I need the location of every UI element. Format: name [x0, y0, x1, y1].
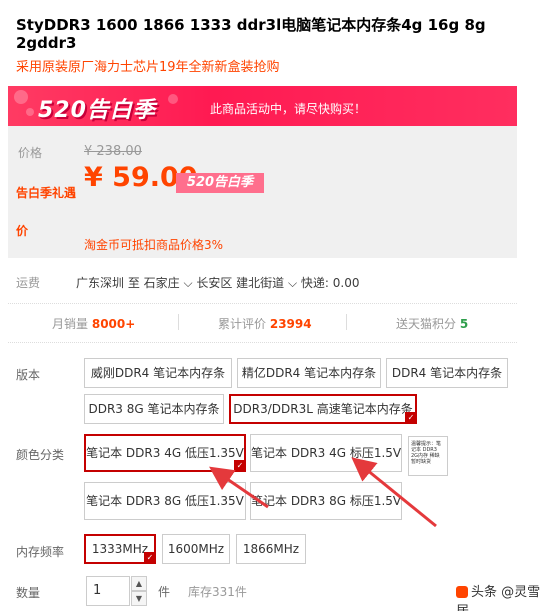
color-option-selected[interactable]: 笔记本 DDR3 4G 低压1.35V [84, 434, 246, 472]
tmall-points: 送天猫积分 5 [396, 317, 469, 331]
promo-logo: 520告白季 [38, 98, 156, 123]
version-option[interactable]: DDR3 8G 笔记本内存条 [84, 394, 224, 424]
promo-text: 此商品活动中，请尽快购买！ [210, 102, 367, 116]
quantity-decrease-button[interactable]: ▼ [131, 591, 147, 606]
monthly-sales-value: 8000+ [91, 317, 136, 331]
color-label: 颜色分类 [16, 448, 65, 462]
price-panel: 价格 ¥ 238.00 告白季礼遇价 ¥ 59.00 520告白季 淘金币可抵扣… [8, 126, 517, 258]
version-option[interactable]: 威刚DDR4 笔记本内存条 [84, 358, 232, 388]
product-subtitle: 采用原装原厂海力士芯片19年全新新盒装抢购 [16, 60, 280, 75]
frequency-option-selected[interactable]: 1333MHz [84, 534, 156, 564]
quantity-label: 数量 [16, 586, 41, 600]
review-count[interactable]: 累计评价 23994 [218, 315, 312, 332]
stats-bar: 月销量 8000+ 累计评价 23994 送天猫积分 5 [8, 303, 517, 343]
color-option[interactable]: 笔记本 DDR3 8G 标压1.5V [250, 482, 402, 520]
shipping-label: 运费 [16, 276, 41, 290]
product-title: StyDDR3 1600 1866 1333 ddr3l电脑笔记本内存条4g 1… [16, 16, 486, 52]
stock-count: 库存331件 [188, 585, 247, 599]
color-option-thumbnail[interactable]: 温馨提示：笔记本 DDR3 2G内存 稀缺 暂时缺货 [408, 436, 448, 476]
version-option[interactable]: 精亿DDR4 笔记本内存条 [237, 358, 381, 388]
original-price-label: 价格 [18, 146, 43, 160]
frequency-option[interactable]: 1866MHz [236, 534, 306, 564]
shipping-destination[interactable]: 广东深圳 至 石家庄 ⌵ 长安区 建北街道 ⌵ 快递: 0.00 [76, 274, 359, 291]
review-count-value: 23994 [269, 317, 312, 331]
decor-dot [26, 108, 34, 116]
color-option[interactable]: 笔记本 DDR3 4G 标压1.5V [250, 434, 402, 472]
quantity-unit: 件 [158, 585, 171, 599]
monthly-sales: 月销量 8000+ [52, 317, 136, 331]
quantity-input[interactable]: 1 [86, 576, 130, 606]
frequency-label: 内存频率 [16, 545, 65, 559]
tmall-points-value: 5 [459, 317, 469, 331]
decor-dot [168, 94, 178, 104]
decor-dot [14, 90, 28, 104]
toutiao-icon [456, 586, 468, 598]
quantity-increase-button[interactable]: ▲ [131, 576, 147, 591]
coin-discount-note: 淘金币可抵扣商品价格3% [84, 238, 224, 252]
promo-badge: 520告白季 [176, 173, 264, 193]
watermark: 头条 @灵雪居 [452, 580, 547, 611]
divider [178, 314, 179, 330]
sale-price-label: 告白季礼遇价 [16, 186, 77, 238]
version-option[interactable]: DDR4 笔记本内存条 [386, 358, 508, 388]
divider [346, 314, 347, 330]
shipping-row: 运费 广东深圳 至 石家庄 ⌵ 长安区 建北街道 ⌵ 快递: 0.00 [16, 274, 516, 291]
version-label: 版本 [16, 368, 41, 382]
promo-banner: 520告白季 此商品活动中，请尽快购买！ [8, 86, 517, 126]
original-price: ¥ 238.00 [84, 144, 142, 159]
frequency-option[interactable]: 1600MHz [162, 534, 230, 564]
color-option[interactable]: 笔记本 DDR3 8G 低压1.35V [84, 482, 246, 520]
version-option-selected[interactable]: DDR3/DDR3L 高速笔记本内存条 [229, 394, 417, 424]
